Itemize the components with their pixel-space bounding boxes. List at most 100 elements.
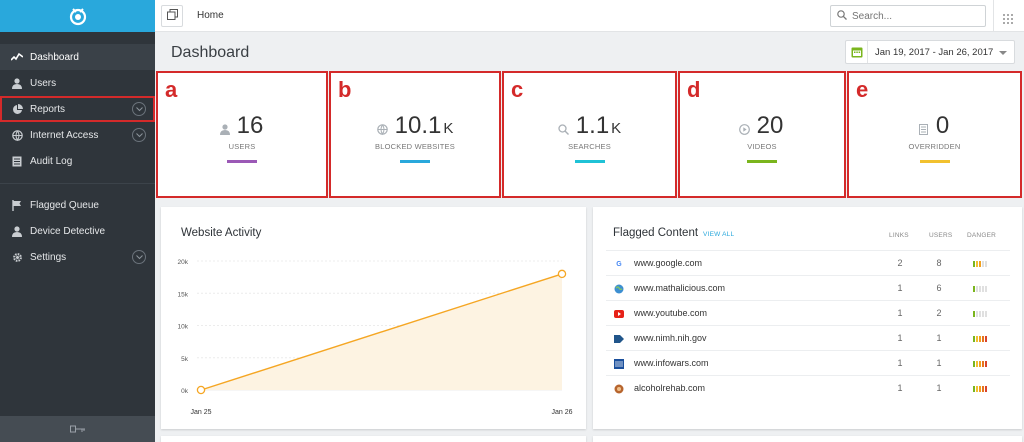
y-tick-label: 0k xyxy=(181,388,189,395)
annotation-letter: e xyxy=(856,77,869,102)
sidebar-item-label: Device Detective xyxy=(30,225,106,237)
stat-value: 20 xyxy=(756,112,784,139)
stat-card-videos[interactable]: d 20 VIDEOS xyxy=(678,71,846,198)
stat-label: OVERRIDDEN xyxy=(908,142,961,151)
sidebar-item-dashboard[interactable]: Dashboard xyxy=(0,44,155,70)
table-row[interactable]: alcoholrehab.com 1 1 xyxy=(606,375,1010,400)
apps-grid-icon[interactable] xyxy=(1003,11,1013,29)
breadcrumb[interactable]: Home xyxy=(197,10,224,21)
danger-segment xyxy=(985,311,987,317)
stat-value: 16 xyxy=(236,112,264,139)
play-icon xyxy=(739,123,751,135)
stat-accent-bar xyxy=(400,160,430,163)
users-count: 2 xyxy=(936,308,942,318)
stat-label: USERS xyxy=(228,142,256,151)
stat-label: SEARCHES xyxy=(568,142,611,151)
sidebar-item-reports[interactable]: Reports xyxy=(0,96,155,122)
danger-segment xyxy=(979,286,981,292)
stat-accent-bar xyxy=(227,160,257,163)
view-all-link[interactable]: VIEW ALL xyxy=(703,231,734,238)
chevron-down-icon[interactable] xyxy=(132,250,146,264)
sidebar-item-label: Flagged Queue xyxy=(30,199,99,211)
date-range-picker[interactable]: Jan 19, 2017 - Jan 26, 2017 xyxy=(845,40,1015,64)
stat-card-users[interactable]: a 16 USERS xyxy=(156,71,328,198)
danger-segment xyxy=(973,361,975,367)
danger-segment xyxy=(976,361,978,367)
links-count: 1 xyxy=(897,358,903,368)
links-count: 1 xyxy=(897,308,903,318)
stat-card-blocked-websites[interactable]: b 10.1 K BLOCKED WEBSITES xyxy=(329,71,501,198)
stat-suffix: K xyxy=(443,120,454,137)
x-tick-label: Jan 25 xyxy=(190,409,211,416)
gear-icon xyxy=(11,251,23,263)
sidebar-nav: Dashboard Users Reports Internet Access … xyxy=(0,32,155,270)
danger-segment xyxy=(985,336,987,342)
danger-meter xyxy=(973,286,987,292)
sidebar-item-internet-access[interactable]: Internet Access xyxy=(0,122,155,148)
column-header-danger[interactable]: DANGER xyxy=(967,232,996,239)
sidebar-collapse-button[interactable] xyxy=(0,416,155,442)
danger-segment xyxy=(979,336,981,342)
site-domain[interactable]: www.nimh.nih.gov xyxy=(634,333,707,343)
table-row[interactable]: www.nimh.nih.gov 1 1 xyxy=(606,325,1010,350)
sidebar-item-device-detective[interactable]: Device Detective xyxy=(0,218,155,244)
search-box[interactable] xyxy=(830,5,986,27)
chevron-down-icon xyxy=(999,51,1007,55)
youtube-icon xyxy=(614,309,624,319)
column-header-users[interactable]: USERS xyxy=(929,232,952,239)
danger-segment xyxy=(973,336,975,342)
stat-label: BLOCKED WEBSITES xyxy=(375,142,455,151)
stat-value: 0 xyxy=(935,112,950,139)
danger-segment xyxy=(979,311,981,317)
sidebar-item-flagged-queue[interactable]: Flagged Queue xyxy=(0,192,155,218)
topbar: Home xyxy=(155,0,1024,32)
windows-icon xyxy=(166,7,178,25)
sidebar-item-label: Dashboard xyxy=(30,51,79,63)
danger-segment xyxy=(982,261,984,267)
users-count: 1 xyxy=(936,333,942,343)
column-header-links[interactable]: LINKS xyxy=(889,232,909,239)
next-panel-edge xyxy=(593,436,1022,442)
danger-meter xyxy=(973,336,987,342)
nih-icon xyxy=(614,334,624,344)
site-domain[interactable]: www.mathalicious.com xyxy=(634,283,725,293)
site-domain[interactable]: www.google.com xyxy=(634,258,702,268)
table-row[interactable]: www.youtube.com 1 2 xyxy=(606,300,1010,325)
danger-segment xyxy=(976,311,978,317)
stat-card-overridden[interactable]: e 0 OVERRIDDEN xyxy=(847,71,1022,198)
x-tick-label: Jan 26 xyxy=(551,409,572,416)
danger-segment xyxy=(982,311,984,317)
search-input[interactable] xyxy=(852,10,972,22)
table-row[interactable]: G www.google.com 2 8 xyxy=(606,250,1010,275)
site-domain[interactable]: alcoholrehab.com xyxy=(634,383,705,393)
window-toggle-button[interactable] xyxy=(161,5,183,27)
website-activity-chart[interactable]: 0k 5k 10k 15k 20k Jan 25 Jan 26 xyxy=(161,250,586,425)
danger-segment xyxy=(985,261,987,267)
site-domain[interactable]: www.youtube.com xyxy=(634,308,707,318)
sidebar-item-settings[interactable]: Settings xyxy=(0,244,155,270)
pie-chart-icon xyxy=(11,103,23,115)
table-row[interactable]: www.infowars.com 1 1 xyxy=(606,350,1010,375)
site-domain[interactable]: www.infowars.com xyxy=(634,358,709,368)
data-point xyxy=(557,269,567,279)
danger-segment xyxy=(976,261,978,267)
logo-icon xyxy=(69,8,86,26)
danger-segment xyxy=(976,286,978,292)
danger-segment xyxy=(979,261,981,267)
flagged-content-title-row: Flagged Content VIEW ALL xyxy=(613,227,734,239)
users-count: 1 xyxy=(936,383,942,393)
danger-segment xyxy=(982,336,984,342)
sidebar: Dashboard Users Reports Internet Access … xyxy=(0,0,155,442)
chevron-down-icon[interactable] xyxy=(132,102,146,116)
table-row[interactable]: www.mathalicious.com 1 6 xyxy=(606,275,1010,300)
chevron-down-icon[interactable] xyxy=(132,128,146,142)
sidebar-item-audit-log[interactable]: Audit Log xyxy=(0,148,155,174)
infowars-icon xyxy=(614,359,624,369)
page-title: Dashboard xyxy=(171,44,250,61)
sidebar-item-label: Reports xyxy=(30,103,66,115)
app-logo[interactable] xyxy=(0,0,155,32)
website-activity-title: Website Activity xyxy=(181,227,262,239)
sidebar-item-users[interactable]: Users xyxy=(0,70,155,96)
stat-card-searches[interactable]: c 1.1 K SEARCHES xyxy=(502,71,677,198)
sidebar-divider xyxy=(0,183,155,184)
